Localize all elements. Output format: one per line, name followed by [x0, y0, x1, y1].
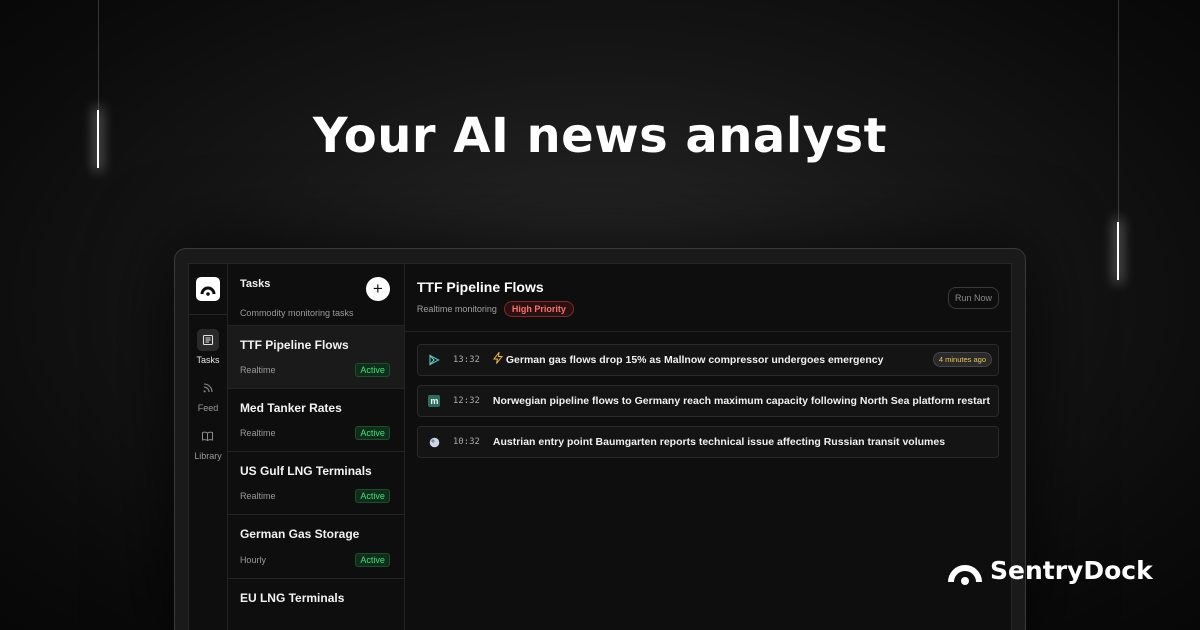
book-icon	[197, 425, 219, 447]
detail-header: TTF Pipeline Flows Realtime monitoring H…	[404, 264, 1011, 332]
task-detail: TTF Pipeline Flows Realtime monitoring H…	[404, 264, 1011, 630]
task-name: Med Tanker Rates	[239, 400, 342, 415]
m-logo-icon: m	[428, 395, 441, 407]
nav-label-tasks: Tasks	[196, 355, 220, 365]
hero-title: Your AI news analyst	[312, 108, 888, 164]
nav-item-tasks[interactable]: Tasks	[189, 329, 227, 365]
task-frequency: Realtime	[239, 491, 276, 502]
task-name: German Gas Storage	[239, 527, 360, 542]
detail-title: TTF Pipeline Flows	[416, 279, 544, 295]
brand-logo: SentryDock	[948, 556, 1153, 585]
news-item[interactable]: m 12:32 Norwegian pipeline flows to Germ…	[416, 385, 999, 417]
lightning-icon	[492, 350, 503, 369]
brand-name: SentryDock	[990, 556, 1153, 585]
task-name: EU LNG Terminals	[239, 590, 345, 605]
task-item[interactable]: Med Tanker Rates Realtime Active	[227, 389, 404, 453]
nav-item-feed[interactable]: Feed	[189, 377, 227, 413]
task-item[interactable]: TTF Pipeline Flows Realtime Active	[227, 325, 404, 389]
add-task-button[interactable]: +	[365, 277, 390, 301]
news-list: 13:32 German gas flows drop 15% as Malln…	[405, 332, 1011, 467]
rail-logo-area	[189, 264, 227, 315]
decor-glow-right	[1117, 222, 1119, 280]
task-frequency: Realtime	[239, 364, 276, 375]
news-time: 10:32	[452, 437, 480, 447]
task-frequency: Realtime	[239, 428, 276, 439]
task-frequency: Hourly	[239, 554, 266, 565]
detail-meta: Realtime monitoring High Priority	[417, 301, 999, 317]
status-badge: Active	[355, 552, 390, 567]
task-item[interactable]: US Gulf LNG Terminals Realtime Active	[227, 452, 404, 516]
news-item[interactable]: 10:32 Austrian entry point Baumgarten re…	[416, 426, 999, 458]
play-arrow-icon	[428, 354, 441, 367]
news-time: 13:32	[452, 355, 480, 365]
tasks-subtitle: Commodity monitoring tasks	[239, 308, 354, 318]
task-item[interactable]: German Gas Storage Hourly Active	[227, 515, 404, 579]
status-badge: Active	[355, 362, 390, 377]
task-name: TTF Pipeline Flows	[239, 337, 349, 352]
app-screen: Tasks Feed Library Tasks Commodity monit…	[188, 263, 1012, 630]
run-now-button[interactable]: Run Now	[947, 287, 999, 309]
news-item[interactable]: 13:32 German gas flows drop 15% as Malln…	[416, 344, 999, 376]
globe-icon	[428, 436, 441, 449]
news-headline: Austrian entry point Baumgarten reports …	[492, 436, 946, 448]
task-item[interactable]: EU LNG Terminals	[228, 579, 404, 630]
sentrydock-logo-icon	[200, 286, 216, 296]
nav-label-library: Library	[194, 451, 222, 461]
monitoring-mode: Realtime monitoring	[416, 304, 497, 314]
status-badge: Active	[355, 489, 390, 504]
newspaper-icon	[196, 329, 219, 351]
sentrydock-logo-icon	[948, 564, 982, 585]
nav-label-feed: Feed	[197, 403, 219, 413]
news-time: 12:32	[452, 396, 480, 406]
tasks-panel: Tasks Commodity monitoring tasks + TTF P…	[227, 264, 405, 630]
decor-line-left	[98, 0, 99, 110]
nav-item-library[interactable]: Library	[189, 425, 227, 461]
news-headline: Norwegian pipeline flows to Germany reac…	[492, 395, 990, 407]
nav-rail: Tasks Feed Library	[189, 264, 228, 630]
priority-badge: High Priority	[503, 301, 574, 317]
task-name: US Gulf LNG Terminals	[239, 464, 372, 479]
status-badge: Active	[355, 426, 390, 441]
rss-icon	[197, 377, 219, 399]
time-ago-badge: 4 minutes ago	[932, 352, 992, 367]
app-logo[interactable]	[195, 277, 220, 301]
tasks-header: Tasks Commodity monitoring tasks +	[227, 264, 404, 326]
news-headline: German gas flows drop 15% as Mallnow com…	[505, 354, 886, 366]
